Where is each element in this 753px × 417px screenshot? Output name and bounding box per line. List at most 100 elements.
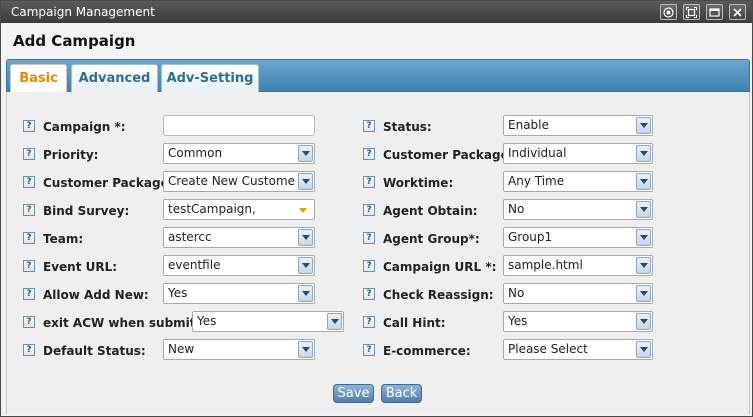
field-value: sample.html: [508, 258, 583, 272]
field-select[interactable]: Yes: [503, 311, 653, 332]
field-select[interactable]: No: [503, 283, 653, 304]
field-value: astercc: [168, 230, 212, 244]
field-label: Campaign *:: [43, 120, 126, 134]
field-label: Agent Obtain:: [383, 204, 478, 218]
chevron-down-icon[interactable]: [298, 285, 313, 302]
tab-basic[interactable]: Basic: [10, 64, 67, 95]
help-icon[interactable]: ?: [23, 344, 35, 356]
help-icon[interactable]: ?: [363, 344, 375, 356]
field-value: eventfile: [168, 258, 221, 272]
field-select[interactable]: Please Select: [503, 339, 653, 360]
back-button[interactable]: Back: [381, 384, 422, 403]
field-value: Group1: [508, 230, 553, 244]
chevron-down-icon[interactable]: [298, 145, 313, 162]
page-title: Add Campaign: [1, 23, 752, 57]
chevron-down-icon[interactable]: [636, 285, 651, 302]
chevron-down-icon[interactable]: [636, 257, 651, 274]
help-icon[interactable]: ?: [23, 204, 35, 216]
field-label: E-commerce:: [383, 344, 471, 358]
field-select[interactable]: astercc: [163, 227, 315, 248]
chevron-down-icon[interactable]: [636, 173, 651, 190]
field-label: Bind Survey:: [43, 204, 130, 218]
field-value: Yes: [197, 314, 217, 328]
help-icon[interactable]: ?: [23, 232, 35, 244]
help-icon[interactable]: ?: [23, 288, 35, 300]
field-label: Check Reassign:: [383, 288, 494, 302]
field-label: Allow Add New:: [43, 288, 149, 302]
help-icon[interactable]: ?: [23, 176, 35, 188]
chevron-down-icon[interactable]: [636, 229, 651, 246]
field-label: Team:: [43, 232, 84, 246]
field-label: Worktime:: [383, 176, 454, 190]
field-label: Customer Package:: [383, 148, 514, 162]
field-label: Status:: [383, 120, 432, 134]
help-icon[interactable]: ?: [363, 120, 375, 132]
help-icon[interactable]: ?: [23, 120, 35, 132]
field-value: Yes: [508, 314, 528, 328]
chevron-down-icon[interactable]: [636, 341, 651, 358]
field-label: Default Status:: [43, 344, 146, 358]
tab-advanced[interactable]: Advanced: [71, 64, 158, 94]
chevron-down-icon[interactable]: [636, 145, 651, 162]
field-value: No: [508, 286, 525, 300]
chevron-down-icon[interactable]: [636, 313, 651, 330]
window-titlebar[interactable]: Campaign Management: [1, 1, 752, 23]
help-icon[interactable]: ?: [363, 260, 375, 272]
field-value: New: [168, 342, 195, 356]
chevron-down-icon[interactable]: [327, 313, 342, 330]
chevron-down-icon[interactable]: [298, 341, 313, 358]
field-label: Customer Package:: [43, 176, 174, 190]
field-label: Campaign URL *:: [383, 260, 497, 274]
bind-survey-combobox[interactable]: testCampaign,: [163, 199, 315, 220]
save-button[interactable]: Save: [333, 384, 374, 403]
help-icon[interactable]: ?: [363, 204, 375, 216]
fullscreen-icon[interactable]: [683, 4, 700, 20]
field-label: Call Hint:: [383, 316, 446, 330]
field-label: Event URL:: [43, 260, 118, 274]
record-icon[interactable]: [660, 4, 677, 20]
help-icon[interactable]: ?: [23, 260, 35, 272]
chevron-down-icon[interactable]: [636, 201, 651, 218]
field-select[interactable]: Yes: [192, 311, 344, 332]
field-value: Individual: [508, 146, 567, 160]
chevron-down-icon[interactable]: [299, 208, 307, 213]
campaign-window: Campaign Management Add Campaign Basic A…: [0, 0, 753, 417]
field-label: Priority:: [43, 148, 99, 162]
field-value: Create New Custome: [168, 174, 296, 188]
field-select[interactable]: Yes: [163, 283, 315, 304]
help-icon[interactable]: ?: [363, 316, 375, 328]
window-title: Campaign Management: [11, 5, 155, 19]
field-select[interactable]: New: [163, 339, 315, 360]
tab-adv-setting[interactable]: Adv-Setting: [161, 64, 259, 94]
field-select[interactable]: sample.html: [503, 255, 653, 276]
campaign-name-input[interactable]: [163, 115, 315, 136]
chevron-down-icon[interactable]: [298, 173, 313, 190]
help-icon[interactable]: ?: [23, 316, 35, 328]
field-select[interactable]: Individual: [503, 143, 653, 164]
field-select[interactable]: Common: [163, 143, 315, 164]
help-icon[interactable]: ?: [363, 232, 375, 244]
restore-icon[interactable]: [706, 4, 723, 20]
help-icon[interactable]: ?: [23, 148, 35, 160]
field-value: Enable: [508, 118, 549, 132]
tab-bar: Basic Advanced Adv-Setting: [6, 59, 750, 95]
basic-panel: ? Campaign *:? Priority: Common? Customer Pa…: [6, 92, 750, 414]
field-select[interactable]: Group1: [503, 227, 653, 248]
field-select[interactable]: Any Time: [503, 171, 653, 192]
field-value: Please Select: [508, 342, 588, 356]
field-select[interactable]: Enable: [503, 115, 653, 136]
help-icon[interactable]: ?: [363, 148, 375, 160]
close-icon[interactable]: [729, 4, 746, 20]
field-value: No: [508, 202, 525, 216]
chevron-down-icon[interactable]: [298, 229, 313, 246]
field-label: exit ACW when submit:: [43, 316, 201, 330]
chevron-down-icon[interactable]: [636, 117, 651, 134]
field-select[interactable]: Create New Custome: [163, 171, 315, 192]
field-select[interactable]: No: [503, 199, 653, 220]
chevron-down-icon[interactable]: [298, 257, 313, 274]
field-select[interactable]: eventfile: [163, 255, 315, 276]
field-value: Common: [168, 146, 223, 160]
help-icon[interactable]: ?: [363, 176, 375, 188]
field-value: Yes: [168, 286, 188, 300]
help-icon[interactable]: ?: [363, 288, 375, 300]
